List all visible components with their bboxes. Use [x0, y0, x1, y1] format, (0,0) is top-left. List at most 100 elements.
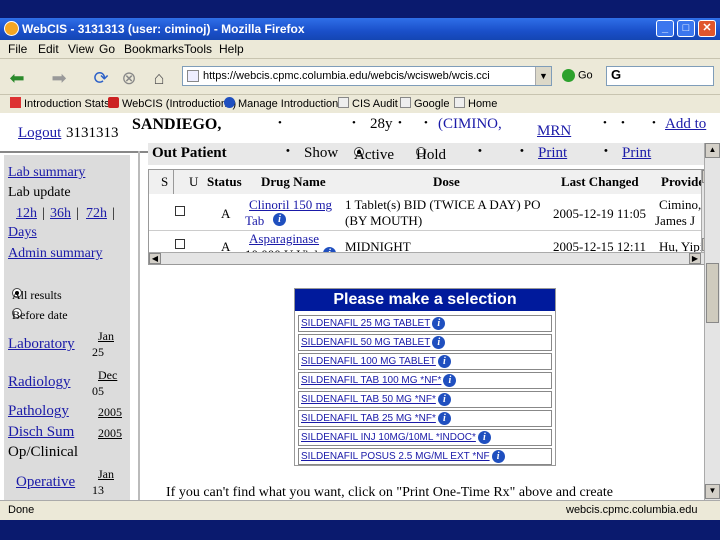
info-icon[interactable]: i — [432, 336, 446, 349]
col-u: U — [189, 174, 199, 189]
separator: | — [76, 206, 79, 221]
table-header: S U Status Drug Name Dose Last Changed P… — [149, 170, 715, 194]
attending-link[interactable]: (CIMINO, — [438, 116, 502, 133]
url-dropdown-icon[interactable]: ▼ — [535, 67, 551, 85]
bullet: • — [652, 117, 656, 129]
selection-item-label: SILDENAFIL INJ 10MG/10ML *INDOC* — [301, 432, 476, 443]
selection-popup: Please make a selection SILDENAFIL 25 MG… — [294, 288, 556, 466]
minimize-button[interactable]: _ — [656, 20, 674, 37]
reload-icon[interactable]: ⟳ — [90, 67, 112, 89]
status-host: webcis.cpmc.columbia.edu — [566, 504, 698, 516]
col-last-changed: Last Changed — [561, 174, 639, 189]
lab-date-day: 25 — [92, 345, 104, 359]
scroll-right-icon[interactable]: ▶ — [689, 253, 701, 264]
search-input[interactable]: G — [606, 66, 714, 86]
pathology-link[interactable]: Pathology — [8, 403, 69, 420]
info-icon[interactable]: i — [477, 431, 491, 444]
op-date-day: 13 — [92, 483, 104, 497]
info-icon[interactable]: i — [437, 412, 451, 425]
bookmark-webcis-intro[interactable]: WebCIS (Introductions) — [108, 97, 236, 110]
patient-name: SANDIEGO, — [132, 116, 222, 133]
selection-item[interactable]: SILDENAFIL 50 MG TABLET i — [298, 334, 552, 351]
home-icon[interactable]: ⌂ — [148, 67, 170, 89]
menu-view[interactable]: View — [68, 42, 94, 56]
menu-bookmarks[interactable]: Bookmarks — [124, 42, 184, 56]
bullet: • — [478, 145, 482, 157]
url-text: https://webcis.cpmc.columbia.edu/webcis/… — [203, 70, 490, 82]
url-bar[interactable]: https://webcis.cpmc.columbia.edu/webcis/… — [182, 66, 552, 86]
bullet: • — [603, 117, 607, 129]
close-button[interactable]: ✕ — [698, 20, 716, 37]
selection-item-label: SILDENAFIL POSUS 2.5 MG/ML EXT *NF — [301, 451, 490, 462]
scroll-up-icon[interactable]: ▲ — [705, 143, 720, 158]
stop-icon[interactable]: ⊗ — [118, 67, 140, 89]
table-horizontal-scrollbar[interactable]: ◀ ▶ — [149, 252, 715, 264]
lab-72h-link[interactable]: 72h — [86, 206, 107, 222]
bookmark-label: Home — [468, 98, 498, 110]
menu-edit[interactable]: Edit — [38, 42, 59, 56]
scroll-down-icon[interactable]: ▼ — [705, 484, 720, 499]
selection-item[interactable]: SILDENAFIL 100 MG TABLET i — [298, 353, 552, 370]
row-checkbox[interactable] — [175, 206, 185, 216]
row-divider — [149, 230, 709, 231]
scroll-left-icon[interactable]: ◀ — [149, 253, 161, 264]
patient-id: 3131313 — [66, 125, 119, 141]
selection-item-label: SILDENAFIL 100 MG TABLET — [301, 356, 436, 367]
bookmark-google[interactable]: Google — [400, 97, 449, 110]
col-s: S — [161, 174, 169, 189]
bookmark-home[interactable]: Home — [454, 97, 497, 110]
selection-item[interactable]: SILDENAFIL TAB 100 MG *NF* i — [298, 372, 552, 389]
selection-item[interactable]: SILDENAFIL 25 MG TABLET i — [298, 315, 552, 332]
drug-link[interactable]: Asparaginase — [249, 231, 319, 247]
admin-summary-link[interactable]: Admin summary — [8, 246, 103, 262]
lab-12h-link[interactable]: 12h — [16, 206, 37, 222]
info-icon[interactable]: i — [437, 355, 451, 368]
divider — [173, 170, 174, 194]
operative-link[interactable]: Operative — [16, 474, 75, 491]
menu-file[interactable]: File — [8, 42, 27, 56]
radiology-link[interactable]: Radiology — [8, 374, 71, 391]
bookmark-manage-intro[interactable]: Manage Introductions — [224, 97, 344, 110]
page-content: Logout 3131313 SANDIEGO, • • 28y • • (CI… — [0, 113, 720, 500]
laboratory-link[interactable]: Laboratory — [8, 336, 75, 353]
selection-item[interactable]: SILDENAFIL INJ 10MG/10ML *INDOC* i — [298, 429, 552, 446]
back-icon[interactable]: ⬅ — [6, 67, 28, 89]
footer-instructions: If you can't find what you want, click o… — [166, 485, 613, 500]
selection-item[interactable]: SILDENAFIL POSUS 2.5 MG/ML EXT *NF i — [298, 448, 552, 465]
bookmark-intro-stats[interactable]: Introduction Stats — [10, 97, 110, 110]
row-checkbox[interactable] — [175, 239, 185, 249]
print-link[interactable]: Print — [538, 145, 567, 162]
info-icon[interactable]: i — [432, 317, 446, 330]
selection-item[interactable]: SILDENAFIL TAB 50 MG *NF* i — [298, 391, 552, 408]
bookmark-icon — [108, 97, 119, 108]
menu-tools[interactable]: Tools — [184, 42, 212, 56]
col-dose: Dose — [433, 174, 460, 189]
menu-help[interactable]: Help — [219, 42, 244, 56]
print-one-time-link[interactable]: Print — [622, 145, 651, 162]
menu-go[interactable]: Go — [99, 42, 115, 56]
page-icon — [400, 97, 411, 108]
lab-days-link[interactable]: Days — [8, 225, 37, 241]
bookmark-cis-audit[interactable]: CIS Audit — [338, 97, 398, 110]
lab-36h-link[interactable]: 36h — [50, 206, 71, 222]
info-icon[interactable]: i — [491, 450, 505, 463]
info-icon[interactable]: i — [437, 393, 451, 406]
forward-icon[interactable]: ➡ — [48, 67, 70, 89]
scroll-thumb[interactable] — [706, 263, 719, 323]
dose-text: 1 Tablet(s) BID (TWICE A DAY) PO — [345, 197, 541, 212]
disch-sum-link[interactable]: Disch Sum — [8, 424, 74, 441]
selection-item[interactable]: SILDENAFIL TAB 25 MG *NF* i — [298, 410, 552, 427]
logout-link[interactable]: Logout — [18, 125, 61, 142]
page-vertical-scrollbar[interactable]: ▲ ▼ — [704, 143, 720, 500]
drug-link[interactable]: Clinoril 150 mg — [249, 197, 332, 213]
bookmark-label: CIS Audit — [352, 98, 398, 110]
status-text: Done — [8, 504, 35, 516]
maximize-button[interactable]: □ — [677, 20, 695, 37]
go-button[interactable]: Go — [562, 69, 593, 82]
info-icon[interactable]: i — [443, 374, 457, 387]
add-to-link[interactable]: Add to — [665, 116, 706, 133]
mrn-link[interactable]: MRN — [537, 123, 571, 140]
patient-header: Logout 3131313 SANDIEGO, • • 28y • • (CI… — [0, 113, 720, 143]
all-results-label: All results — [12, 288, 62, 302]
lab-summary-link[interactable]: Lab summary — [8, 165, 85, 181]
